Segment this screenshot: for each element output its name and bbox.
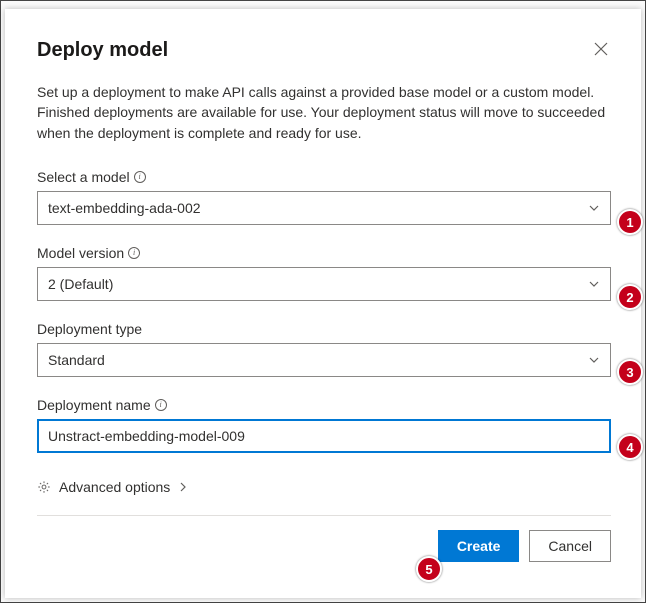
create-button-label: Create <box>457 538 501 554</box>
divider <box>37 515 611 516</box>
close-button[interactable] <box>591 39 611 59</box>
field-model-version: Model version i 2 (Default) <box>37 245 611 301</box>
close-icon <box>594 42 608 56</box>
label-select-model: Select a model i <box>37 169 611 185</box>
chevron-down-icon <box>588 202 600 214</box>
model-version-dropdown[interactable]: 2 (Default) <box>37 267 611 301</box>
deploy-model-panel: Deploy model Set up a deployment to make… <box>5 9 641 598</box>
info-icon[interactable]: i <box>134 171 146 183</box>
advanced-options-toggle[interactable]: Advanced options <box>37 479 611 495</box>
panel-footer: Create Cancel <box>37 530 611 562</box>
page-title: Deploy model <box>37 39 168 62</box>
annotation-badge-2: 2 <box>617 284 643 310</box>
panel-header: Deploy model <box>37 39 611 62</box>
model-version-value: 2 (Default) <box>48 276 113 292</box>
label-text: Deployment type <box>37 321 142 337</box>
label-text: Select a model <box>37 169 130 185</box>
label-deployment-name: Deployment name i <box>37 397 611 413</box>
create-button[interactable]: Create <box>438 530 520 562</box>
label-deployment-type: Deployment type <box>37 321 611 337</box>
field-deployment-type: Deployment type Standard <box>37 321 611 377</box>
chevron-down-icon <box>588 278 600 290</box>
cancel-button-label: Cancel <box>548 538 592 554</box>
window-frame: Deploy model Set up a deployment to make… <box>0 0 646 603</box>
gear-icon <box>37 480 51 494</box>
annotation-badge-3: 3 <box>617 359 643 385</box>
info-icon[interactable]: i <box>128 247 140 259</box>
select-model-value: text-embedding-ada-002 <box>48 200 201 216</box>
field-select-model: Select a model i text-embedding-ada-002 <box>37 169 611 225</box>
annotation-badge-4: 4 <box>617 434 643 460</box>
advanced-options-label: Advanced options <box>59 479 170 495</box>
chevron-right-icon <box>178 482 188 492</box>
deployment-type-dropdown[interactable]: Standard <box>37 343 611 377</box>
field-deployment-name: Deployment name i <box>37 397 611 453</box>
annotation-badge-1: 1 <box>617 209 643 235</box>
select-model-dropdown[interactable]: text-embedding-ada-002 <box>37 191 611 225</box>
deployment-type-value: Standard <box>48 352 105 368</box>
annotation-badge-5: 5 <box>416 556 442 582</box>
panel-description: Set up a deployment to make API calls ag… <box>37 82 611 143</box>
label-text: Model version <box>37 245 124 261</box>
chevron-down-icon <box>588 354 600 366</box>
deployment-name-input[interactable] <box>37 419 611 453</box>
label-model-version: Model version i <box>37 245 611 261</box>
label-text: Deployment name <box>37 397 151 413</box>
cancel-button[interactable]: Cancel <box>529 530 611 562</box>
info-icon[interactable]: i <box>155 399 167 411</box>
